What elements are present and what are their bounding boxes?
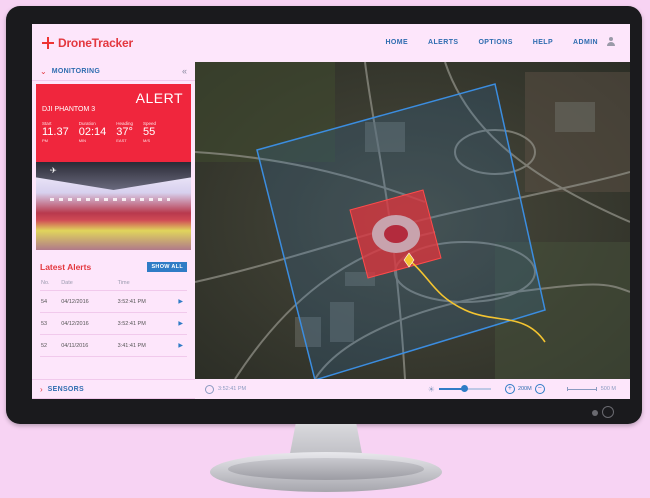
show-all-button[interactable]: SHOW ALL: [147, 262, 187, 272]
stat-value: 02:14: [78, 126, 107, 138]
alerts-table: No. Date Time 54 04/12/2016 3:52:41 PM ▶: [40, 276, 187, 357]
alert-card: ALERT DJI PHANTOM 3 Start 11.37 PM Durat…: [36, 84, 191, 162]
map-scale: 500 M: [566, 386, 616, 392]
monitor-frame: DroneTracker HOME ALERTS OPTIONS HELP AD…: [6, 6, 642, 424]
sidebar: ⌄ MONITORING « ALERT DJI PHANTOM 3 Start…: [32, 62, 196, 399]
clock-icon: [205, 384, 214, 394]
nav-help[interactable]: HELP: [533, 39, 553, 46]
alert-status: ALERT: [135, 90, 183, 106]
cell-no: 52: [40, 334, 61, 357]
sun-icon: ☀: [427, 384, 435, 394]
latest-alerts-title: Latest Alerts: [40, 262, 92, 272]
chevron-right-icon: ›: [40, 384, 43, 394]
zoom-in-button[interactable]: +: [504, 384, 515, 394]
table-row[interactable]: 52 04/11/2016 3:41:41 PM ▶: [40, 334, 187, 357]
scale-bar: [566, 387, 597, 391]
chevron-down-icon: ⌄: [40, 66, 47, 76]
stat-unit: MIN: [78, 138, 87, 143]
stat-value: 11.37: [42, 126, 69, 138]
alert-stats: Start 11.37 PM Duration 02:14 MIN Headin…: [42, 121, 156, 143]
table-row[interactable]: 54 04/12/2016 3:52:41 PM ▶: [40, 290, 187, 313]
stat-unit: PM: [42, 138, 48, 143]
monitoring-label: MONITORING: [51, 67, 101, 75]
drone-icon: ✈: [50, 166, 57, 175]
nav-options[interactable]: OPTIONS: [478, 39, 512, 46]
logo[interactable]: DroneTracker: [42, 36, 133, 50]
app-screen: DroneTracker HOME ALERTS OPTIONS HELP AD…: [32, 24, 630, 399]
stat-duration: Duration 02:14 MIN: [79, 121, 107, 143]
stadium-photo[interactable]: ✈: [36, 162, 191, 250]
cell-time: 3:41:41 PM: [116, 334, 175, 357]
play-icon[interactable]: ▶: [174, 312, 187, 335]
stat-label: Duration: [78, 121, 96, 126]
stat-label: Speed: [143, 121, 157, 126]
col-action: [174, 276, 187, 291]
nav-alerts[interactable]: ALERTS: [428, 39, 458, 46]
stat-start: Start 11.37 PM: [42, 121, 69, 143]
monitor-stand-top: [228, 458, 424, 480]
cell-date: 04/12/2016: [60, 290, 117, 313]
power-button[interactable]: [602, 406, 614, 418]
brightness-slider[interactable]: [438, 385, 491, 392]
stat-value: 37°: [116, 126, 133, 138]
play-icon[interactable]: ▶: [174, 290, 187, 313]
play-icon[interactable]: ▶: [174, 334, 187, 357]
table-row[interactable]: 53 04/12/2016 3:52:41 PM ▶: [40, 312, 187, 335]
brightness-control: ☀: [428, 385, 491, 394]
drone-logo-icon: [42, 37, 54, 49]
map-time-label: 3:52:41 PM: [218, 386, 247, 392]
monitoring-header[interactable]: ⌄ MONITORING «: [32, 62, 195, 81]
sensors-label: SENSORS: [47, 385, 85, 393]
cell-no: 53: [40, 312, 61, 335]
stat-value: 55: [143, 126, 156, 138]
col-time: Time: [116, 276, 175, 291]
stadium-roof: [36, 162, 191, 190]
stat-unit: M/S: [143, 138, 151, 143]
scale-label: 500 M: [600, 386, 616, 392]
zoom-out-button[interactable]: −: [534, 384, 545, 394]
sensors-header[interactable]: › SENSORS: [32, 379, 195, 399]
stat-unit: EAST: [116, 138, 127, 143]
top-nav: HOME ALERTS OPTIONS HELP ADMIN: [365, 37, 616, 47]
col-date: Date: [60, 276, 117, 291]
zoom-label: 200M: [517, 386, 532, 392]
map-toolbar: 3:52:41 PM ☀ + 200M − 500 M: [195, 379, 630, 399]
stat-heading: Heading 37° EAST: [116, 121, 133, 143]
cell-date: 04/11/2016: [60, 334, 117, 357]
user-icon[interactable]: [606, 37, 616, 47]
stat-label: Start: [42, 121, 52, 126]
drone-model: DJI PHANTOM 3: [42, 106, 96, 113]
stat-speed: Speed 55 M/S: [143, 121, 156, 143]
table-header-row: No. Date Time: [40, 276, 187, 291]
col-no: No.: [40, 276, 61, 291]
map-time: 3:52:41 PM: [205, 384, 247, 394]
brightness-knob[interactable]: [461, 385, 469, 392]
stat-label: Heading: [116, 121, 134, 126]
app-header: DroneTracker HOME ALERTS OPTIONS HELP AD…: [32, 24, 630, 63]
zoom-control: + 200M −: [504, 384, 545, 394]
app-name: DroneTracker: [58, 36, 133, 50]
cell-time: 3:52:41 PM: [116, 312, 175, 335]
stadium-lights: [50, 198, 170, 201]
satellite-map[interactable]: [195, 62, 630, 379]
latest-alerts-header: Latest Alerts SHOW ALL: [32, 250, 195, 276]
collapse-icon[interactable]: «: [182, 66, 187, 76]
cell-date: 04/12/2016: [60, 312, 117, 335]
nav-home[interactable]: HOME: [385, 39, 408, 46]
stadium-pitch: [384, 225, 408, 243]
indicator-light: [592, 410, 598, 416]
map-canvas[interactable]: [195, 62, 630, 379]
nav-admin[interactable]: ADMIN: [573, 39, 598, 46]
cell-time: 3:52:41 PM: [116, 290, 175, 313]
cell-no: 54: [40, 290, 61, 313]
